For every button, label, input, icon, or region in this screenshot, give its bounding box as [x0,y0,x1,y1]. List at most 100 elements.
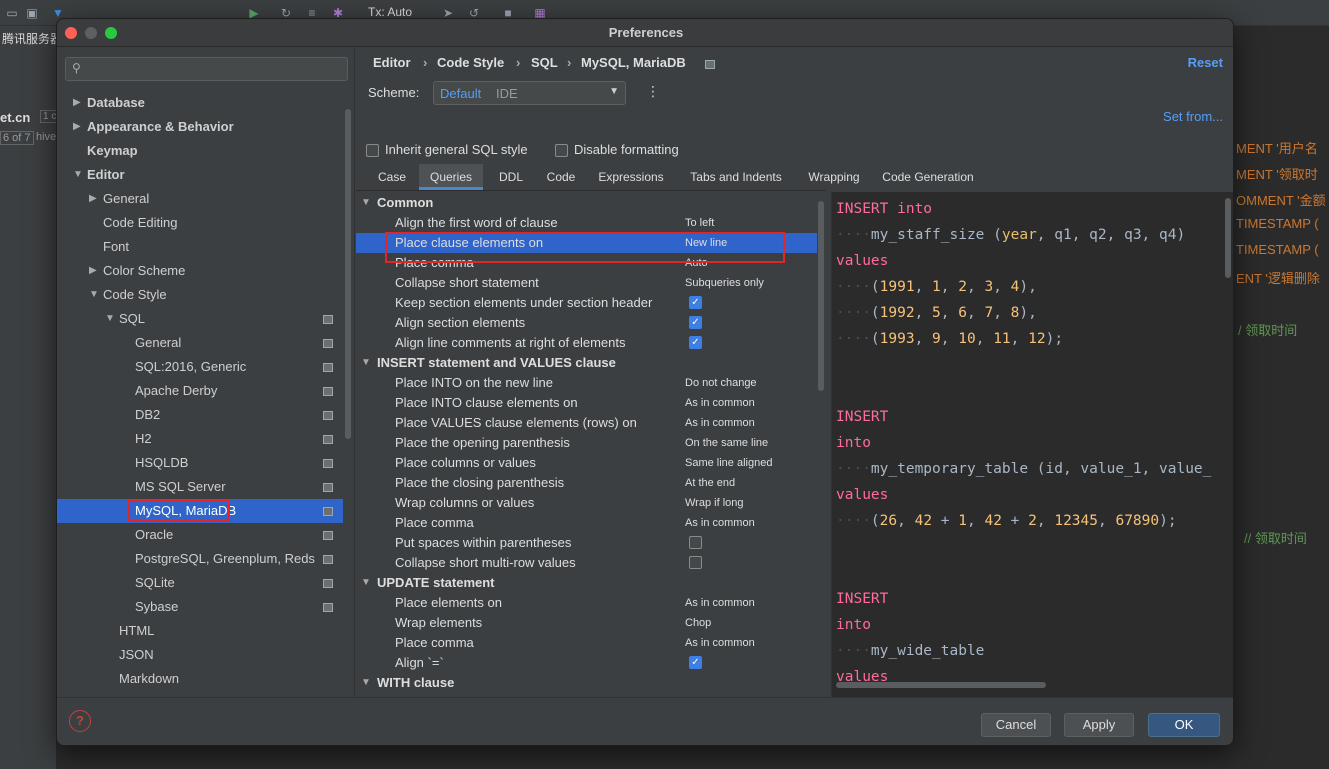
help-button[interactable]: ? [69,710,91,732]
tree-item[interactable]: Font [103,235,129,259]
tree-item[interactable]: SQLite [135,571,175,595]
tree-item[interactable]: Keymap [87,139,138,163]
chevron-right-icon[interactable]: ▶ [89,265,99,276]
option-row[interactable]: Place columns or values Same line aligned [356,453,817,473]
tab-code[interactable]: Code [539,164,583,190]
cancel-button[interactable]: Cancel [981,713,1051,737]
chevron-down-icon[interactable]: ▼ [361,573,371,593]
chevron-down-icon[interactable]: ▼ [105,313,115,324]
option-value[interactable]: Chop [685,613,711,633]
chevron-down-icon[interactable]: ▼ [361,673,371,693]
option-value[interactable]: As in common [685,593,755,613]
chevron-right-icon[interactable]: ▶ [89,193,99,204]
chevron-down-icon[interactable]: ▼ [361,193,371,213]
chevron-down-icon[interactable]: ▼ [89,289,99,300]
disable-formatting-checkbox[interactable] [555,144,568,157]
option-row[interactable]: Align section elements ✓ [356,313,817,333]
tab-wrapping[interactable]: Wrapping [801,164,867,190]
option-value[interactable]: On the same line [685,433,768,453]
option-group[interactable]: ▼ Common [356,193,817,213]
option-row[interactable]: Wrap columns or values Wrap if long [356,493,817,513]
tab-queries[interactable]: Queries [419,164,483,190]
tree-item[interactable]: H2 [135,427,152,451]
option-row[interactable]: Collapse short multi-row values [356,553,817,573]
reset-link[interactable]: Reset [1188,55,1223,70]
option-row[interactable]: Place INTO on the new line Do not change [356,373,817,393]
chevron-right-icon[interactable]: ▶ [73,121,83,132]
option-value[interactable]: As in common [685,513,755,533]
tree-item[interactable]: DB2 [135,403,160,427]
option-value[interactable]: At the end [685,473,735,493]
tab-tabs-and-indents[interactable]: Tabs and Indents [681,164,791,190]
option-group[interactable]: ▼ INSERT statement and VALUES clause [356,353,817,373]
option-row[interactable]: Collapse short statement Subqueries only [356,273,817,293]
option-row[interactable]: Place the closing parenthesis At the end [356,473,817,493]
inherit-checkbox[interactable] [366,144,379,157]
settings-search-input[interactable]: ⚲ [65,57,348,81]
tree-item[interactable]: Sybase [135,595,178,619]
tree-item[interactable]: Code Style [103,283,167,307]
tab-ddl[interactable]: DDL [491,164,531,190]
tab-expressions[interactable]: Expressions [591,164,671,190]
host-label[interactable]: et.cn [0,110,30,125]
option-row[interactable]: Keep section elements under section head… [356,293,817,313]
tree-item[interactable]: Markdown [119,667,179,691]
option-value[interactable]: Wrap if long [685,493,744,513]
tree-item[interactable]: Editor [87,163,125,187]
option-value[interactable]: Same line aligned [685,453,772,473]
option-row[interactable]: Wrap elements Chop [356,613,817,633]
tree-item[interactable]: Code Editing [103,211,177,235]
option-row[interactable]: Place VALUES clause elements (rows) on As… [356,413,817,433]
option-checkbox[interactable]: ✓ [689,296,702,309]
option-value[interactable]: As in common [685,633,755,653]
option-row[interactable]: Place comma As in common [356,633,817,653]
option-value[interactable]: As in common [685,413,755,433]
tree-item[interactable]: Appearance & Behavior [87,115,234,139]
option-row[interactable]: Align line comments at right of elements… [356,333,817,353]
tree-item[interactable]: General [103,187,149,211]
option-row[interactable]: Put spaces within parentheses [356,533,817,553]
more-options-icon[interactable]: ⋮ [646,83,660,100]
option-group[interactable]: ▼ WITH clause [356,673,817,693]
option-row[interactable]: Place INTO clause elements on As in commo… [356,393,817,413]
tree-item[interactable]: Color Scheme [103,259,185,283]
breadcrumb-editor[interactable]: Editor [373,55,411,70]
option-row[interactable]: Align the first word of clause To left [356,213,817,233]
preview-horizontal-scrollbar[interactable] [836,682,1046,688]
tree-item[interactable]: Database [87,91,145,115]
tree-item[interactable]: Oracle [135,523,173,547]
option-row[interactable]: Place the opening parenthesis On the same… [356,433,817,453]
tree-item[interactable]: SQL:2016, Generic [135,355,246,379]
option-value[interactable]: To left [685,213,714,233]
chevron-down-icon[interactable]: ▼ [73,169,83,180]
breadcrumb-sql[interactable]: SQL [531,55,558,70]
option-checkbox[interactable]: ✓ [689,316,702,329]
tree-item[interactable]: JSON [119,643,154,667]
option-value[interactable]: Subqueries only [685,273,764,293]
option-row[interactable]: Place comma As in common [356,513,817,533]
option-row[interactable]: Align `=` ✓ [356,653,817,673]
breadcrumb-mysql[interactable]: MySQL, MariaDB [581,55,686,70]
set-from-link[interactable]: Set from... [1163,109,1223,124]
tree-item[interactable]: HSQLDB [135,451,188,475]
tree-item[interactable]: SQL [119,307,145,331]
option-value[interactable]: As in common [685,393,755,413]
option-checkbox[interactable]: ✓ [689,656,702,669]
options-scrollbar[interactable] [818,201,824,391]
folder-icon[interactable]: ▭ [4,5,20,21]
tab-case[interactable]: Case [356,164,428,190]
server-label[interactable]: 腾讯服务器 [2,30,62,47]
option-group[interactable]: ▼ UPDATE statement [356,573,817,593]
option-checkbox[interactable]: ✓ [689,336,702,349]
tab-code-generation[interactable]: Code Generation [877,164,979,190]
option-checkbox[interactable] [689,536,702,549]
option-row[interactable]: Place elements on As in common [356,593,817,613]
terminal-icon[interactable]: ▣ [24,5,40,21]
chevron-right-icon[interactable]: ▶ [73,97,83,108]
tree-scrollbar[interactable] [345,109,351,439]
breadcrumb-code-style[interactable]: Code Style [437,55,504,70]
option-value[interactable]: Do not change [685,373,757,393]
tx-mode[interactable]: Tx: Auto [368,5,412,19]
apply-button[interactable]: Apply [1064,713,1134,737]
chevron-down-icon[interactable]: ▼ [361,353,371,373]
